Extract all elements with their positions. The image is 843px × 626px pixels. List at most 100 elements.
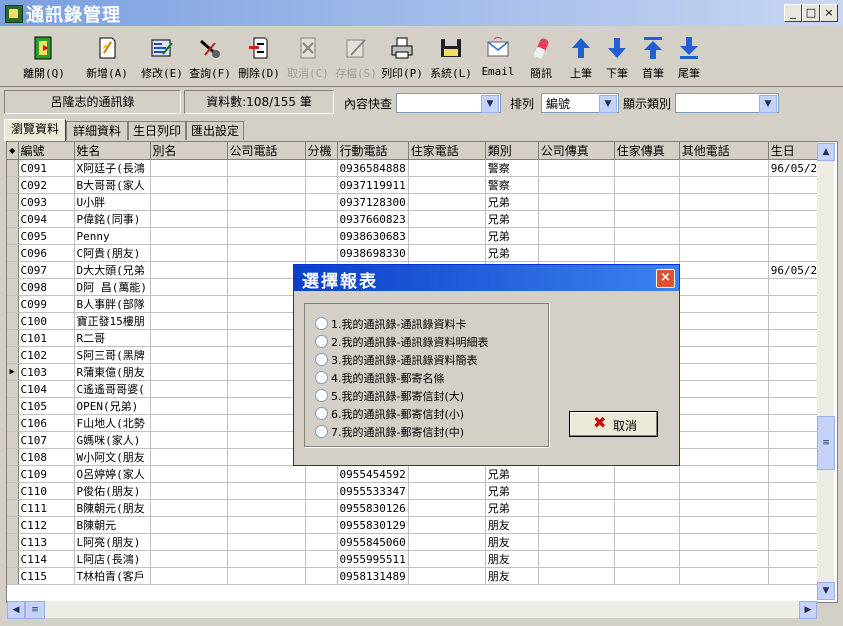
table-cell[interactable] bbox=[679, 312, 769, 330]
table-cell[interactable] bbox=[408, 159, 486, 177]
table-cell[interactable] bbox=[408, 516, 486, 534]
table-row[interactable]: C092 B大哥哥(家人 0937119911 警察 bbox=[7, 176, 829, 194]
table-cell[interactable] bbox=[408, 482, 486, 500]
table-row[interactable]: C093 U小胖 0937128300 兄弟 bbox=[7, 193, 829, 211]
table-cell[interactable] bbox=[679, 261, 769, 279]
table-cell[interactable]: 0937660823 bbox=[337, 210, 409, 228]
column-header[interactable]: 公司傳真 bbox=[538, 142, 615, 160]
table-row[interactable]: C095 Penny 0938630683 兄弟 bbox=[7, 227, 829, 245]
table-cell[interactable]: O呂婷婷(家人 bbox=[74, 465, 151, 483]
table-cell[interactable]: C097 bbox=[18, 261, 75, 279]
table-row[interactable]: C110 P俊佑(朋友) 0955533347 兄弟 bbox=[7, 482, 829, 500]
table-cell[interactable] bbox=[150, 465, 228, 483]
table-cell[interactable] bbox=[305, 482, 338, 500]
table-cell[interactable] bbox=[227, 516, 306, 534]
next-record-button[interactable]: 下筆 bbox=[599, 31, 635, 83]
table-cell[interactable] bbox=[150, 244, 228, 262]
table-cell[interactable] bbox=[614, 533, 680, 551]
table-cell[interactable] bbox=[305, 176, 338, 194]
table-cell[interactable] bbox=[305, 193, 338, 211]
row-selector[interactable] bbox=[7, 176, 19, 194]
table-cell[interactable]: U小胖 bbox=[74, 193, 151, 211]
table-cell[interactable]: 警察 bbox=[485, 159, 539, 177]
row-selector[interactable] bbox=[7, 159, 19, 177]
vertical-scrollbar[interactable]: ▲ ≡ ▼ bbox=[817, 142, 835, 600]
chevron-down-icon[interactable]: ▼ bbox=[759, 95, 777, 113]
table-cell[interactable]: C105 bbox=[18, 397, 75, 415]
table-cell[interactable] bbox=[614, 210, 680, 228]
table-cell[interactable] bbox=[679, 499, 769, 517]
table-cell[interactable] bbox=[679, 567, 769, 585]
table-cell[interactable] bbox=[305, 244, 338, 262]
table-cell[interactable] bbox=[538, 159, 615, 177]
table-cell[interactable] bbox=[150, 193, 228, 211]
table-cell[interactable]: C112 bbox=[18, 516, 75, 534]
table-cell[interactable] bbox=[538, 567, 615, 585]
scroll-up-button[interactable]: ▲ bbox=[817, 143, 835, 161]
table-cell[interactable]: C113 bbox=[18, 533, 75, 551]
row-selector[interactable] bbox=[7, 567, 19, 585]
table-cell[interactable]: C095 bbox=[18, 227, 75, 245]
table-cell[interactable] bbox=[614, 516, 680, 534]
table-cell[interactable] bbox=[538, 227, 615, 245]
table-cell[interactable]: C101 bbox=[18, 329, 75, 347]
minimize-button[interactable]: _ bbox=[784, 4, 802, 22]
table-cell[interactable] bbox=[538, 210, 615, 228]
save-button[interactable]: 存檔(S) bbox=[332, 31, 380, 83]
table-cell[interactable]: W小阿文(朋友 bbox=[74, 448, 151, 466]
table-cell[interactable] bbox=[679, 533, 769, 551]
table-cell[interactable] bbox=[150, 227, 228, 245]
table-cell[interactable]: OPEN(兄弟) bbox=[74, 397, 151, 415]
table-cell[interactable]: L阿店(長鴻) bbox=[74, 550, 151, 568]
hscroll-thumb[interactable]: ≡ bbox=[25, 601, 45, 619]
table-cell[interactable] bbox=[538, 244, 615, 262]
row-selector[interactable] bbox=[7, 499, 19, 517]
table-cell[interactable] bbox=[614, 567, 680, 585]
radio-button[interactable] bbox=[315, 389, 328, 402]
table-cell[interactable] bbox=[538, 193, 615, 211]
current-row-indicator[interactable]: ▶ bbox=[7, 363, 19, 381]
table-cell[interactable]: C100 bbox=[18, 312, 75, 330]
table-cell[interactable] bbox=[150, 380, 228, 398]
table-cell[interactable] bbox=[150, 346, 228, 364]
table-cell[interactable] bbox=[538, 499, 615, 517]
row-selector[interactable] bbox=[7, 516, 19, 534]
table-cell[interactable]: 警察 bbox=[485, 176, 539, 194]
table-cell[interactable] bbox=[150, 261, 228, 279]
table-cell[interactable]: C108 bbox=[18, 448, 75, 466]
table-cell[interactable] bbox=[305, 210, 338, 228]
table-cell[interactable] bbox=[614, 176, 680, 194]
table-cell[interactable]: C094 bbox=[18, 210, 75, 228]
table-cell[interactable] bbox=[408, 244, 486, 262]
delete-button[interactable]: 刪除(D) bbox=[234, 31, 284, 83]
table-cell[interactable] bbox=[305, 567, 338, 585]
table-cell[interactable]: 寶正發15樓朋 bbox=[74, 312, 151, 330]
scroll-left-button[interactable]: ◀ bbox=[7, 601, 25, 619]
table-cell[interactable] bbox=[305, 227, 338, 245]
row-selector[interactable] bbox=[7, 193, 19, 211]
table-cell[interactable]: C098 bbox=[18, 278, 75, 296]
table-cell[interactable] bbox=[679, 346, 769, 364]
table-cell[interactable]: L阿亮(朋友) bbox=[74, 533, 151, 551]
table-cell[interactable]: C111 bbox=[18, 499, 75, 517]
row-selector[interactable] bbox=[7, 278, 19, 296]
column-header[interactable]: 編號 bbox=[18, 142, 75, 160]
table-cell[interactable]: 兄弟 bbox=[485, 193, 539, 211]
cancel-toolbar-button[interactable]: 取消(C) bbox=[284, 31, 332, 83]
table-row[interactable]: C112 B陳朝元 0955830129 朋友 bbox=[7, 516, 829, 534]
table-cell[interactable]: 0936584888 bbox=[337, 159, 409, 177]
table-cell[interactable]: C114 bbox=[18, 550, 75, 568]
table-cell[interactable]: D阿 昌(萬能) bbox=[74, 278, 151, 296]
table-cell[interactable]: C091 bbox=[18, 159, 75, 177]
table-cell[interactable]: 朋友 bbox=[485, 550, 539, 568]
table-cell[interactable]: 0955533347 bbox=[337, 482, 409, 500]
table-cell[interactable] bbox=[614, 499, 680, 517]
table-cell[interactable]: B人事胖(部隊 bbox=[74, 295, 151, 313]
table-cell[interactable] bbox=[305, 499, 338, 517]
cancel-button[interactable]: ✖ 取消 bbox=[569, 411, 658, 437]
table-cell[interactable] bbox=[227, 533, 306, 551]
maximize-button[interactable]: □ bbox=[802, 4, 820, 22]
table-cell[interactable]: 朋友 bbox=[485, 516, 539, 534]
column-header[interactable]: 行動電話 bbox=[337, 142, 409, 160]
table-cell[interactable]: C092 bbox=[18, 176, 75, 194]
